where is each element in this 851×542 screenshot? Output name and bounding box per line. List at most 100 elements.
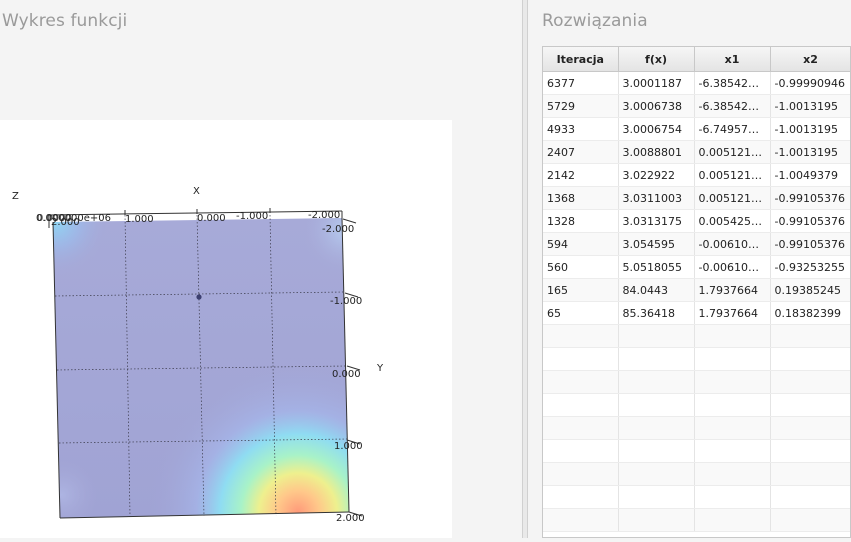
y-tick-label: -1.000 <box>330 296 362 307</box>
column-header-iteration[interactable]: Iteracja <box>543 47 619 72</box>
table-cell[interactable]: 4933 <box>543 117 619 141</box>
table-cell[interactable]: -0.0061049… <box>694 232 771 256</box>
empty-table-cell <box>543 485 619 509</box>
table-cell[interactable]: 3.0006738 <box>618 94 695 118</box>
empty-table-cell <box>543 508 619 532</box>
empty-table-row <box>543 347 850 371</box>
empty-table-cell <box>770 485 850 509</box>
table-cell[interactable]: -0.99105376 <box>770 232 850 256</box>
table-cell[interactable]: 84.0443 <box>618 278 695 302</box>
plot-panel-title: Wykres funkcji <box>2 11 128 31</box>
solutions-table[interactable]: Iteracja f(x) x1 x2 6377 3.0001187 -6.3854… <box>542 46 851 538</box>
table-row[interactable]: 2407 3.0088801 0.0051216… -1.0013195 <box>543 140 850 164</box>
empty-table-cell <box>618 347 695 371</box>
table-cell[interactable]: 1368 <box>543 186 619 210</box>
table-cell[interactable]: -6.385423E… <box>694 94 771 118</box>
table-cell[interactable]: 3.0311003 <box>618 186 695 210</box>
column-header-x1[interactable]: x1 <box>694 47 771 72</box>
empty-table-row <box>543 393 850 417</box>
column-header-fx[interactable]: f(x) <box>618 47 695 72</box>
table-cell[interactable]: 0.19385245 <box>770 278 850 302</box>
table-cell[interactable]: 2142 <box>543 163 619 187</box>
table-cell[interactable]: 6377 <box>543 71 619 95</box>
empty-table-row <box>543 462 850 486</box>
table-cell[interactable]: 1328 <box>543 209 619 233</box>
table-cell[interactable]: -6.385423E… <box>694 71 771 95</box>
table-cell[interactable]: -0.99990946 <box>770 71 850 95</box>
table-row[interactable]: 6377 3.0001187 -6.385423E… -0.99990946 <box>543 71 850 95</box>
y-tick-label: -2.000 <box>322 224 354 235</box>
table-cell[interactable]: 5729 <box>543 94 619 118</box>
table-cell[interactable]: -1.0013195 <box>770 94 850 118</box>
table-cell[interactable]: 1.7937664 <box>694 301 771 325</box>
surface-plot[interactable]: Z X Y 0.000000e+06 0.0000 2.000 1.000 0.… <box>0 120 452 538</box>
empty-table-cell <box>694 508 771 532</box>
table-row[interactable]: 1328 3.0313175 0.0054259… -0.99105376 <box>543 209 850 233</box>
table-cell[interactable]: 85.36418 <box>618 301 695 325</box>
table-cell[interactable]: 3.0088801 <box>618 140 695 164</box>
table-cell[interactable]: 5.0518055 <box>618 255 695 279</box>
x-tick-label: 0.000 <box>197 213 226 224</box>
table-cell[interactable]: -1.0049379 <box>770 163 850 187</box>
table-cell[interactable]: 594 <box>543 232 619 256</box>
table-row[interactable]: 594 3.054595 -0.0061049… -0.99105376 <box>543 232 850 256</box>
table-cell[interactable]: 3.0001187 <box>618 71 695 95</box>
empty-table-cell <box>618 324 695 348</box>
empty-table-cell <box>543 393 619 417</box>
table-cell[interactable]: 0.0051216… <box>694 186 771 210</box>
empty-table-cell <box>694 324 771 348</box>
empty-table-cell <box>694 416 771 440</box>
table-row[interactable]: 4933 3.0006754 -6.749579E… -1.0013195 <box>543 117 850 141</box>
y-tick-label: 1.000 <box>334 441 363 452</box>
table-cell[interactable]: 1.7937664 <box>694 278 771 302</box>
table-cell[interactable]: 3.022922 <box>618 163 695 187</box>
table-cell[interactable]: 3.054595 <box>618 232 695 256</box>
empty-table-cell <box>543 462 619 486</box>
table-row[interactable]: 65 85.36418 1.7937664 0.18382399 <box>543 301 850 325</box>
empty-table-cell <box>543 324 619 348</box>
empty-table-cell <box>618 370 695 394</box>
empty-table-row <box>543 416 850 440</box>
table-row[interactable]: 5729 3.0006738 -6.385423E… -1.0013195 <box>543 94 850 118</box>
table-cell[interactable]: 65 <box>543 301 619 325</box>
table-cell[interactable]: 0.0054259… <box>694 209 771 233</box>
empty-table-cell <box>770 370 850 394</box>
table-cell[interactable]: 3.0313175 <box>618 209 695 233</box>
table-cell[interactable]: 165 <box>543 278 619 302</box>
table-cell[interactable]: -6.749579E… <box>694 117 771 141</box>
table-cell[interactable]: -0.99105376 <box>770 186 850 210</box>
table-cell[interactable]: 2407 <box>543 140 619 164</box>
empty-table-cell <box>694 462 771 486</box>
table-row[interactable]: 165 84.0443 1.7937664 0.19385245 <box>543 278 850 302</box>
table-cell[interactable]: -1.0013195 <box>770 117 850 141</box>
empty-table-cell <box>618 393 695 417</box>
column-header-x2[interactable]: x2 <box>770 47 850 72</box>
empty-table-row <box>543 439 850 463</box>
table-row[interactable]: 560 5.0518055 -0.0061049… -0.93253255 <box>543 255 850 279</box>
axis-z-label: Z <box>12 191 19 202</box>
plot-canvas[interactable]: Z X Y 0.000000e+06 0.0000 2.000 1.000 0.… <box>0 120 452 538</box>
x-tick-label: 1.000 <box>125 214 154 225</box>
empty-table-cell <box>694 370 771 394</box>
table-cell[interactable]: 3.0006754 <box>618 117 695 141</box>
minimum-point-marker <box>196 294 202 300</box>
function-plot-panel: Wykres funkcji Z X Y 0.000000e+06 0.0000… <box>0 0 522 538</box>
table-row[interactable]: 2142 3.022922 0.0051216… -1.0049379 <box>543 163 850 187</box>
table-row[interactable]: 1368 3.0311003 0.0051216… -0.99105376 <box>543 186 850 210</box>
x-tick-label: -2.000 <box>308 210 340 221</box>
empty-table-cell <box>543 370 619 394</box>
table-cell[interactable]: 0.18382399 <box>770 301 850 325</box>
table-cell[interactable]: -0.93253255 <box>770 255 850 279</box>
empty-table-cell <box>618 462 695 486</box>
table-cell[interactable]: -1.0013195 <box>770 140 850 164</box>
table-cell[interactable]: -0.0061049… <box>694 255 771 279</box>
empty-table-cell <box>618 439 695 463</box>
table-cell[interactable]: -0.99105376 <box>770 209 850 233</box>
empty-table-cell <box>770 462 850 486</box>
empty-table-row <box>543 370 850 394</box>
table-cell[interactable]: 0.0051216… <box>694 140 771 164</box>
table-cell[interactable]: 560 <box>543 255 619 279</box>
empty-table-cell <box>543 439 619 463</box>
table-cell[interactable]: 0.0051216… <box>694 163 771 187</box>
y-tick-label: 2.000 <box>336 513 365 524</box>
